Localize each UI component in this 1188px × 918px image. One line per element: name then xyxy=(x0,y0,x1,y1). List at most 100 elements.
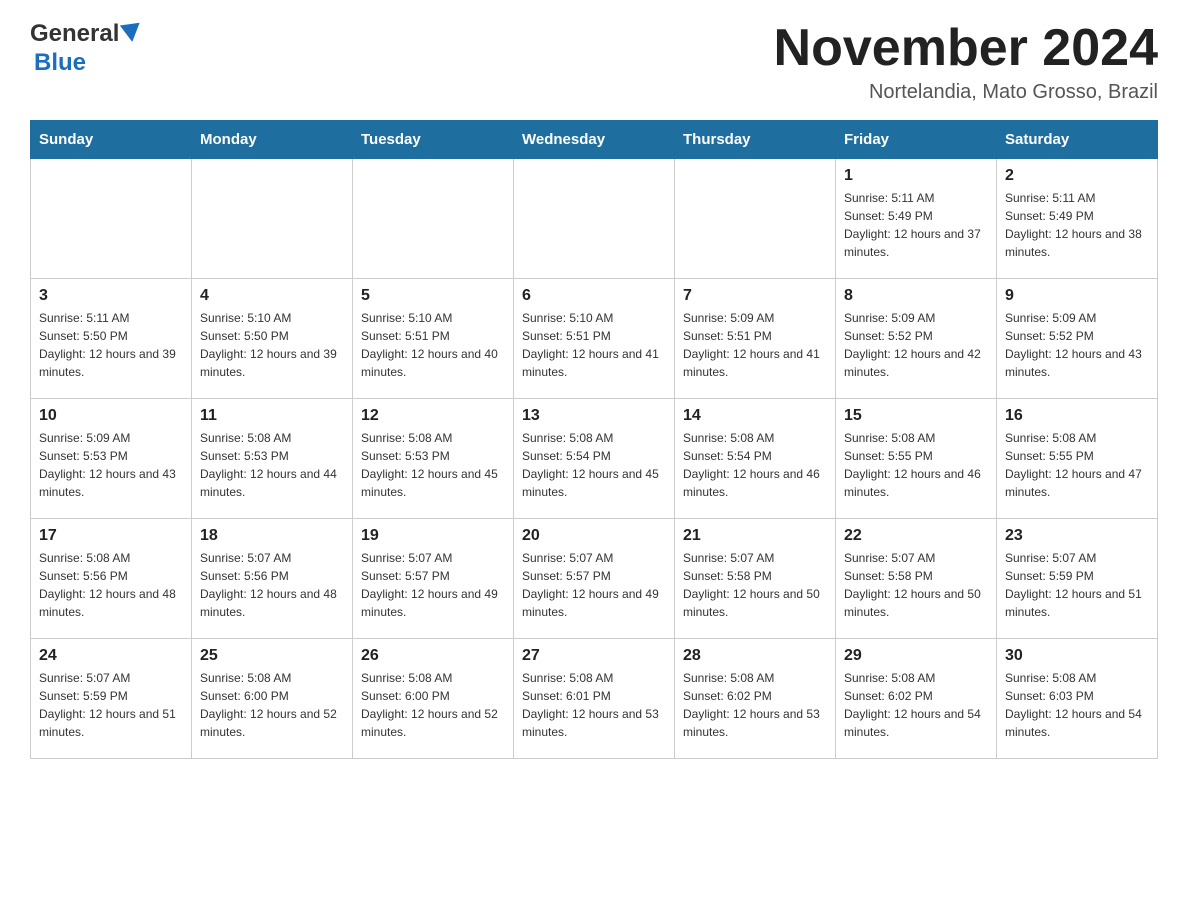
day-info: Sunrise: 5:08 AMSunset: 5:55 PMDaylight:… xyxy=(1005,429,1149,501)
week-row-5: 24 Sunrise: 5:07 AMSunset: 5:59 PMDaylig… xyxy=(31,639,1158,759)
calendar-cell: 16 Sunrise: 5:08 AMSunset: 5:55 PMDaylig… xyxy=(997,399,1158,519)
calendar-cell: 3 Sunrise: 5:11 AMSunset: 5:50 PMDayligh… xyxy=(31,279,192,399)
calendar-cell: 22 Sunrise: 5:07 AMSunset: 5:58 PMDaylig… xyxy=(836,519,997,639)
day-info: Sunrise: 5:08 AMSunset: 6:03 PMDaylight:… xyxy=(1005,669,1149,741)
calendar-cell: 29 Sunrise: 5:08 AMSunset: 6:02 PMDaylig… xyxy=(836,639,997,759)
day-number: 24 xyxy=(39,647,183,665)
day-info: Sunrise: 5:10 AMSunset: 5:51 PMDaylight:… xyxy=(522,309,666,381)
day-number: 19 xyxy=(361,527,505,545)
day-info: Sunrise: 5:11 AMSunset: 5:49 PMDaylight:… xyxy=(1005,189,1149,261)
day-number: 25 xyxy=(200,647,344,665)
day-number: 15 xyxy=(844,407,988,425)
week-row-3: 10 Sunrise: 5:09 AMSunset: 5:53 PMDaylig… xyxy=(31,399,1158,519)
calendar-cell xyxy=(675,159,836,279)
day-number: 3 xyxy=(39,287,183,305)
day-info: Sunrise: 5:09 AMSunset: 5:52 PMDaylight:… xyxy=(1005,309,1149,381)
day-info: Sunrise: 5:07 AMSunset: 5:56 PMDaylight:… xyxy=(200,549,344,621)
day-info: Sunrise: 5:07 AMSunset: 5:58 PMDaylight:… xyxy=(844,549,988,621)
calendar-cell xyxy=(192,159,353,279)
header-friday: Friday xyxy=(836,121,997,159)
calendar-cell: 9 Sunrise: 5:09 AMSunset: 5:52 PMDayligh… xyxy=(997,279,1158,399)
day-number: 2 xyxy=(1005,167,1149,185)
day-info: Sunrise: 5:09 AMSunset: 5:52 PMDaylight:… xyxy=(844,309,988,381)
calendar-cell: 6 Sunrise: 5:10 AMSunset: 5:51 PMDayligh… xyxy=(514,279,675,399)
day-info: Sunrise: 5:08 AMSunset: 5:53 PMDaylight:… xyxy=(361,429,505,501)
day-info: Sunrise: 5:10 AMSunset: 5:50 PMDaylight:… xyxy=(200,309,344,381)
day-number: 18 xyxy=(200,527,344,545)
day-info: Sunrise: 5:08 AMSunset: 5:54 PMDaylight:… xyxy=(522,429,666,501)
weekday-header-row: Sunday Monday Tuesday Wednesday Thursday… xyxy=(31,121,1158,159)
calendar-cell: 10 Sunrise: 5:09 AMSunset: 5:53 PMDaylig… xyxy=(31,399,192,519)
calendar-cell: 7 Sunrise: 5:09 AMSunset: 5:51 PMDayligh… xyxy=(675,279,836,399)
location-subtitle: Nortelandia, Mato Grosso, Brazil xyxy=(774,81,1158,104)
title-area: November 2024 Nortelandia, Mato Grosso, … xyxy=(774,20,1158,104)
day-number: 8 xyxy=(844,287,988,305)
day-info: Sunrise: 5:08 AMSunset: 5:53 PMDaylight:… xyxy=(200,429,344,501)
logo-area: General Blue xyxy=(30,20,143,78)
day-number: 17 xyxy=(39,527,183,545)
calendar-cell: 13 Sunrise: 5:08 AMSunset: 5:54 PMDaylig… xyxy=(514,399,675,519)
day-number: 20 xyxy=(522,527,666,545)
calendar-cell: 28 Sunrise: 5:08 AMSunset: 6:02 PMDaylig… xyxy=(675,639,836,759)
day-number: 28 xyxy=(683,647,827,665)
calendar-cell: 5 Sunrise: 5:10 AMSunset: 5:51 PMDayligh… xyxy=(353,279,514,399)
day-number: 1 xyxy=(844,167,988,185)
calendar-cell: 19 Sunrise: 5:07 AMSunset: 5:57 PMDaylig… xyxy=(353,519,514,639)
day-number: 9 xyxy=(1005,287,1149,305)
page-header: General Blue November 2024 Nortelandia, … xyxy=(30,20,1158,104)
calendar-cell xyxy=(353,159,514,279)
calendar-cell xyxy=(31,159,192,279)
calendar-cell: 4 Sunrise: 5:10 AMSunset: 5:50 PMDayligh… xyxy=(192,279,353,399)
day-info: Sunrise: 5:10 AMSunset: 5:51 PMDaylight:… xyxy=(361,309,505,381)
day-number: 6 xyxy=(522,287,666,305)
day-info: Sunrise: 5:08 AMSunset: 5:56 PMDaylight:… xyxy=(39,549,183,621)
day-info: Sunrise: 5:08 AMSunset: 6:02 PMDaylight:… xyxy=(844,669,988,741)
calendar-cell: 27 Sunrise: 5:08 AMSunset: 6:01 PMDaylig… xyxy=(514,639,675,759)
month-title: November 2024 xyxy=(774,20,1158,77)
calendar-cell xyxy=(514,159,675,279)
calendar-cell: 2 Sunrise: 5:11 AMSunset: 5:49 PMDayligh… xyxy=(997,159,1158,279)
header-tuesday: Tuesday xyxy=(353,121,514,159)
day-number: 16 xyxy=(1005,407,1149,425)
header-saturday: Saturday xyxy=(997,121,1158,159)
calendar-cell: 17 Sunrise: 5:08 AMSunset: 5:56 PMDaylig… xyxy=(31,519,192,639)
day-info: Sunrise: 5:07 AMSunset: 5:59 PMDaylight:… xyxy=(1005,549,1149,621)
header-thursday: Thursday xyxy=(675,121,836,159)
week-row-2: 3 Sunrise: 5:11 AMSunset: 5:50 PMDayligh… xyxy=(31,279,1158,399)
day-number: 23 xyxy=(1005,527,1149,545)
day-info: Sunrise: 5:07 AMSunset: 5:57 PMDaylight:… xyxy=(522,549,666,621)
day-number: 22 xyxy=(844,527,988,545)
day-number: 26 xyxy=(361,647,505,665)
day-number: 10 xyxy=(39,407,183,425)
day-number: 5 xyxy=(361,287,505,305)
day-number: 11 xyxy=(200,407,344,425)
header-wednesday: Wednesday xyxy=(514,121,675,159)
calendar-cell: 23 Sunrise: 5:07 AMSunset: 5:59 PMDaylig… xyxy=(997,519,1158,639)
calendar-cell: 14 Sunrise: 5:08 AMSunset: 5:54 PMDaylig… xyxy=(675,399,836,519)
day-info: Sunrise: 5:08 AMSunset: 6:00 PMDaylight:… xyxy=(361,669,505,741)
calendar-cell: 1 Sunrise: 5:11 AMSunset: 5:49 PMDayligh… xyxy=(836,159,997,279)
day-info: Sunrise: 5:08 AMSunset: 6:02 PMDaylight:… xyxy=(683,669,827,741)
day-number: 12 xyxy=(361,407,505,425)
calendar-cell: 15 Sunrise: 5:08 AMSunset: 5:55 PMDaylig… xyxy=(836,399,997,519)
day-number: 7 xyxy=(683,287,827,305)
day-number: 29 xyxy=(844,647,988,665)
day-info: Sunrise: 5:07 AMSunset: 5:59 PMDaylight:… xyxy=(39,669,183,741)
day-info: Sunrise: 5:09 AMSunset: 5:51 PMDaylight:… xyxy=(683,309,827,381)
week-row-4: 17 Sunrise: 5:08 AMSunset: 5:56 PMDaylig… xyxy=(31,519,1158,639)
day-info: Sunrise: 5:08 AMSunset: 5:55 PMDaylight:… xyxy=(844,429,988,501)
calendar-cell: 21 Sunrise: 5:07 AMSunset: 5:58 PMDaylig… xyxy=(675,519,836,639)
calendar-cell: 8 Sunrise: 5:09 AMSunset: 5:52 PMDayligh… xyxy=(836,279,997,399)
calendar-cell: 20 Sunrise: 5:07 AMSunset: 5:57 PMDaylig… xyxy=(514,519,675,639)
calendar-cell: 26 Sunrise: 5:08 AMSunset: 6:00 PMDaylig… xyxy=(353,639,514,759)
header-sunday: Sunday xyxy=(31,121,192,159)
week-row-1: 1 Sunrise: 5:11 AMSunset: 5:49 PMDayligh… xyxy=(31,159,1158,279)
calendar-cell: 12 Sunrise: 5:08 AMSunset: 5:53 PMDaylig… xyxy=(353,399,514,519)
calendar-cell: 30 Sunrise: 5:08 AMSunset: 6:03 PMDaylig… xyxy=(997,639,1158,759)
day-info: Sunrise: 5:07 AMSunset: 5:58 PMDaylight:… xyxy=(683,549,827,621)
day-info: Sunrise: 5:09 AMSunset: 5:53 PMDaylight:… xyxy=(39,429,183,501)
day-info: Sunrise: 5:08 AMSunset: 6:00 PMDaylight:… xyxy=(200,669,344,741)
calendar-cell: 25 Sunrise: 5:08 AMSunset: 6:00 PMDaylig… xyxy=(192,639,353,759)
day-info: Sunrise: 5:11 AMSunset: 5:50 PMDaylight:… xyxy=(39,309,183,381)
logo: General Blue xyxy=(30,20,143,78)
